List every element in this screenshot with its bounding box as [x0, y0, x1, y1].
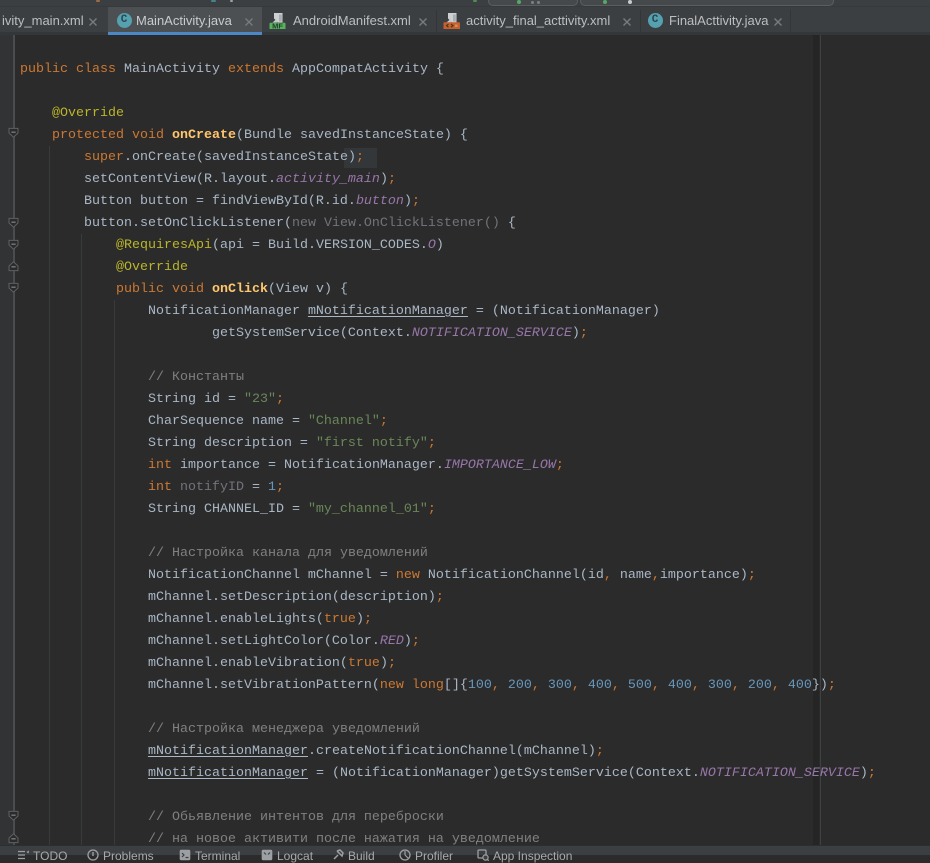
svg-text:MF: MF [272, 22, 283, 29]
